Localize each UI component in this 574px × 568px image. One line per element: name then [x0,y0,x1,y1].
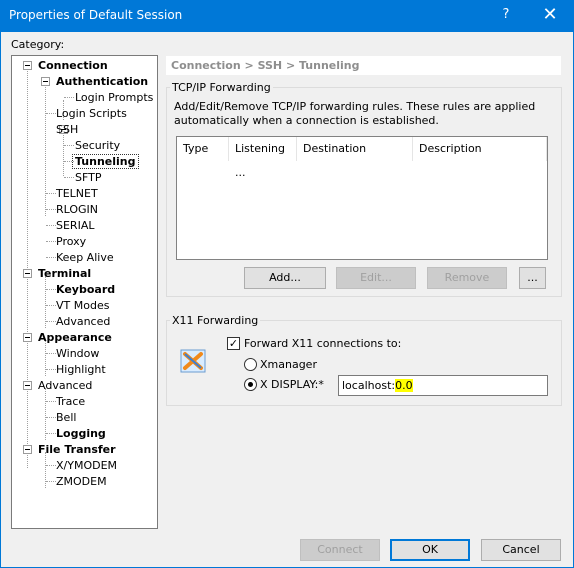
tcpip-description: Add/Edit/Remove TCP/IP forwarding rules.… [174,100,536,127]
checkmark-icon: ✓ [228,337,239,350]
edit-button[interactable]: Edit... [336,267,416,289]
xmanager-radio[interactable] [244,358,257,371]
tree-item-terminal-advanced[interactable]: Advanced [54,314,112,330]
tree-item-keyboard[interactable]: Keyboard [54,282,117,298]
tree-item-vt-modes[interactable]: VT Modes [54,298,111,314]
tree-item-highlight[interactable]: Highlight [54,362,108,378]
column-header-type[interactable]: Type [177,137,229,161]
x11-forwarding-label: X11 Forwarding [170,314,261,327]
x-display-value: localhost: [342,379,396,392]
add-button[interactable]: Add... [244,267,326,289]
tree-item-terminal[interactable]: Terminal [36,266,93,282]
collapse-file-transfer-icon[interactable] [23,445,32,454]
tree-item-telnet[interactable]: TELNET [54,186,100,202]
tree-item-window[interactable]: Window [54,346,101,362]
column-header-listening[interactable]: Listening ... [229,137,297,179]
more-button[interactable]: ... [519,267,546,289]
tree-line [27,68,28,468]
tree-item-connection[interactable]: Connection [36,58,110,74]
forwarding-rules-list[interactable]: Type Listening ... Destination Descripti… [176,136,548,260]
tree-item-login-prompts[interactable]: Login Prompts [73,90,155,106]
tree-item-zmodem[interactable]: ZMODEM [54,474,109,490]
tree-item-ssh[interactable]: SSH [54,122,80,138]
cancel-button[interactable]: Cancel [481,539,561,561]
tree-item-logging[interactable]: Logging [54,426,108,442]
forward-x11-label: Forward X11 connections to: [244,337,402,350]
tree-item-appearance[interactable]: Appearance [36,330,114,346]
remove-button[interactable]: Remove [427,267,507,289]
breadcrumb: Connection > SSH > Tunneling [166,56,561,75]
x-display-input[interactable]: localhost:0.0 [338,375,548,396]
tree-item-file-transfer[interactable]: File Transfer [36,442,118,458]
xmanager-icon [180,349,206,373]
collapse-advanced-icon[interactable] [23,381,32,390]
help-icon: ? [502,7,510,22]
column-header-destination[interactable]: Destination [297,137,413,161]
connect-button[interactable]: Connect [300,539,380,561]
category-label: Category: [11,38,65,51]
column-header-description[interactable]: Description [413,137,547,161]
collapse-appearance-icon[interactable] [23,333,32,342]
ok-button[interactable]: OK [390,539,470,561]
tree-item-advanced[interactable]: Advanced [36,378,94,394]
tree-item-serial[interactable]: SERIAL [54,218,96,234]
tree-item-keep-alive[interactable]: Keep Alive [54,250,116,266]
tree-item-tunneling[interactable]: Tunneling [72,154,139,170]
collapse-connection-icon[interactable] [23,61,32,70]
tree-item-bell[interactable]: Bell [54,410,78,426]
tree-line [63,132,64,176]
close-button[interactable]: ✕ [536,3,564,27]
tree-item-security[interactable]: Security [73,138,122,154]
xmanager-label: Xmanager [260,358,317,371]
tree-item-xymodem[interactable]: X/YMODEM [54,458,119,474]
title-bar: Properties of Default Session ? ✕ [0,0,574,31]
collapse-terminal-icon[interactable] [23,269,32,278]
tree-item-proxy[interactable]: Proxy [54,234,88,250]
tcpip-forwarding-label: TCP/IP Forwarding [170,81,273,94]
collapse-authentication-icon[interactable] [41,77,50,86]
tree-item-authentication[interactable]: Authentication [54,74,150,90]
forward-x11-checkbox[interactable]: ✓ [227,337,240,350]
x-display-radio[interactable] [244,378,257,391]
close-icon: ✕ [542,4,558,25]
tree-item-rlogin[interactable]: RLOGIN [54,202,100,218]
x-display-value-highlight: 0.0 [395,379,413,392]
tree-item-login-scripts[interactable]: Login Scripts [54,106,129,122]
x-display-label: X DISPLAY:* [260,378,324,391]
window-title: Properties of Default Session [9,8,183,22]
tree-line [45,84,46,216]
help-button[interactable]: ? [494,3,518,27]
tree-item-sftp[interactable]: SFTP [73,170,103,186]
category-tree[interactable]: Connection Authentication Login Prompts … [11,55,158,529]
tree-item-trace[interactable]: Trace [54,394,87,410]
